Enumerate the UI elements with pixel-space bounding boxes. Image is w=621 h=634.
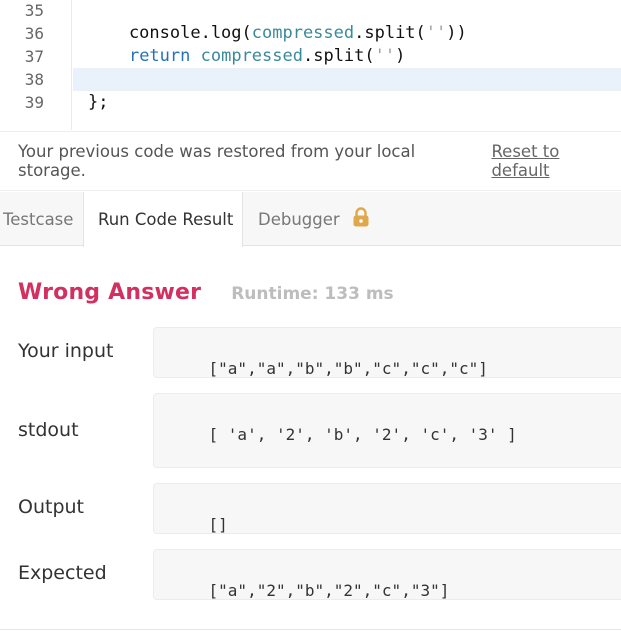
line-number: 36: [24, 24, 44, 43]
lock-icon: [350, 206, 372, 232]
line-number: 35: [24, 1, 44, 20]
expected-value-box: ["a","2","b","2","c","3"]: [153, 549, 621, 600]
bottom-divider: [0, 629, 621, 630]
reset-to-default-link[interactable]: Reset to default: [491, 142, 621, 180]
leetcode-result-panel: 35 36 console.log(compressed.split('')) 37…: [0, 0, 621, 634]
result-header: Wrong Answer Runtime: 133 ms: [18, 280, 394, 314]
code-text: };: [88, 91, 108, 114]
code-token: .split(: [302, 46, 375, 66]
line-number: 39: [24, 93, 44, 112]
tab-run-code-result-label: Run Code Result: [98, 210, 234, 229]
code-text: console.log(compressed.split('')): [88, 22, 467, 45]
code-editor[interactable]: 35 36 console.log(compressed.split('')) 37…: [0, 0, 621, 130]
tab-testcase-label: Testcase: [3, 209, 74, 229]
output-value-box: []: [153, 483, 621, 534]
code-token: };: [88, 92, 109, 112]
verdict-label: Wrong Answer: [18, 280, 202, 305]
code-token: .split(: [354, 23, 426, 43]
output-value: []: [208, 515, 228, 534]
expected-label: Expected: [18, 562, 107, 584]
tab-testcase[interactable]: Testcase: [3, 192, 73, 246]
code-token: return: [128, 46, 191, 66]
tab-debugger-label: Debugger: [258, 209, 340, 229]
result-tabs: Testcase Run Code Result Debugger: [0, 192, 621, 247]
code-text: return compressed.split(''): [88, 45, 405, 68]
code-token: ): [395, 46, 406, 66]
code-token: console.log(: [88, 23, 252, 43]
output-label: Output: [18, 496, 84, 518]
expected-value: ["a","2","b","2","c","3"]: [208, 581, 450, 600]
line-number: 37: [24, 47, 44, 66]
code-token: )): [446, 23, 467, 43]
code-token: '': [374, 46, 396, 66]
code-line[interactable]: 36 console.log(compressed.split('')): [0, 22, 621, 45]
runtime-label: Runtime: 133 ms: [231, 284, 394, 304]
input-label: Your input: [18, 340, 114, 362]
code-line[interactable]: 39};: [0, 91, 621, 114]
code-token: compressed: [200, 46, 303, 66]
input-value-box: ["a","a","b","b","c","c","c"]: [153, 327, 621, 378]
line-number: 38: [24, 70, 44, 89]
stdout-value: [ 'a', '2', 'b', '2', 'c', '3' ]: [208, 425, 517, 444]
restore-notice: Your previous code was restored from you…: [0, 131, 621, 191]
input-value: ["a","a","b","b","c","c","c"]: [208, 359, 488, 378]
code-token: compressed: [251, 23, 355, 43]
code-line[interactable]: 35: [0, 0, 621, 22]
stdout-label: stdout: [18, 419, 79, 441]
code-line[interactable]: 37 return compressed.split(''): [0, 45, 621, 68]
code-line[interactable]: 38: [0, 68, 621, 91]
code-token: '': [425, 23, 447, 43]
tab-run-code-result[interactable]: Run Code Result: [83, 192, 243, 247]
restore-message: Your previous code was restored from you…: [18, 142, 416, 180]
tab-debugger[interactable]: Debugger: [258, 192, 372, 246]
stdout-value-box: [ 'a', '2', 'b', '2', 'c', '3' ]: [153, 393, 621, 468]
